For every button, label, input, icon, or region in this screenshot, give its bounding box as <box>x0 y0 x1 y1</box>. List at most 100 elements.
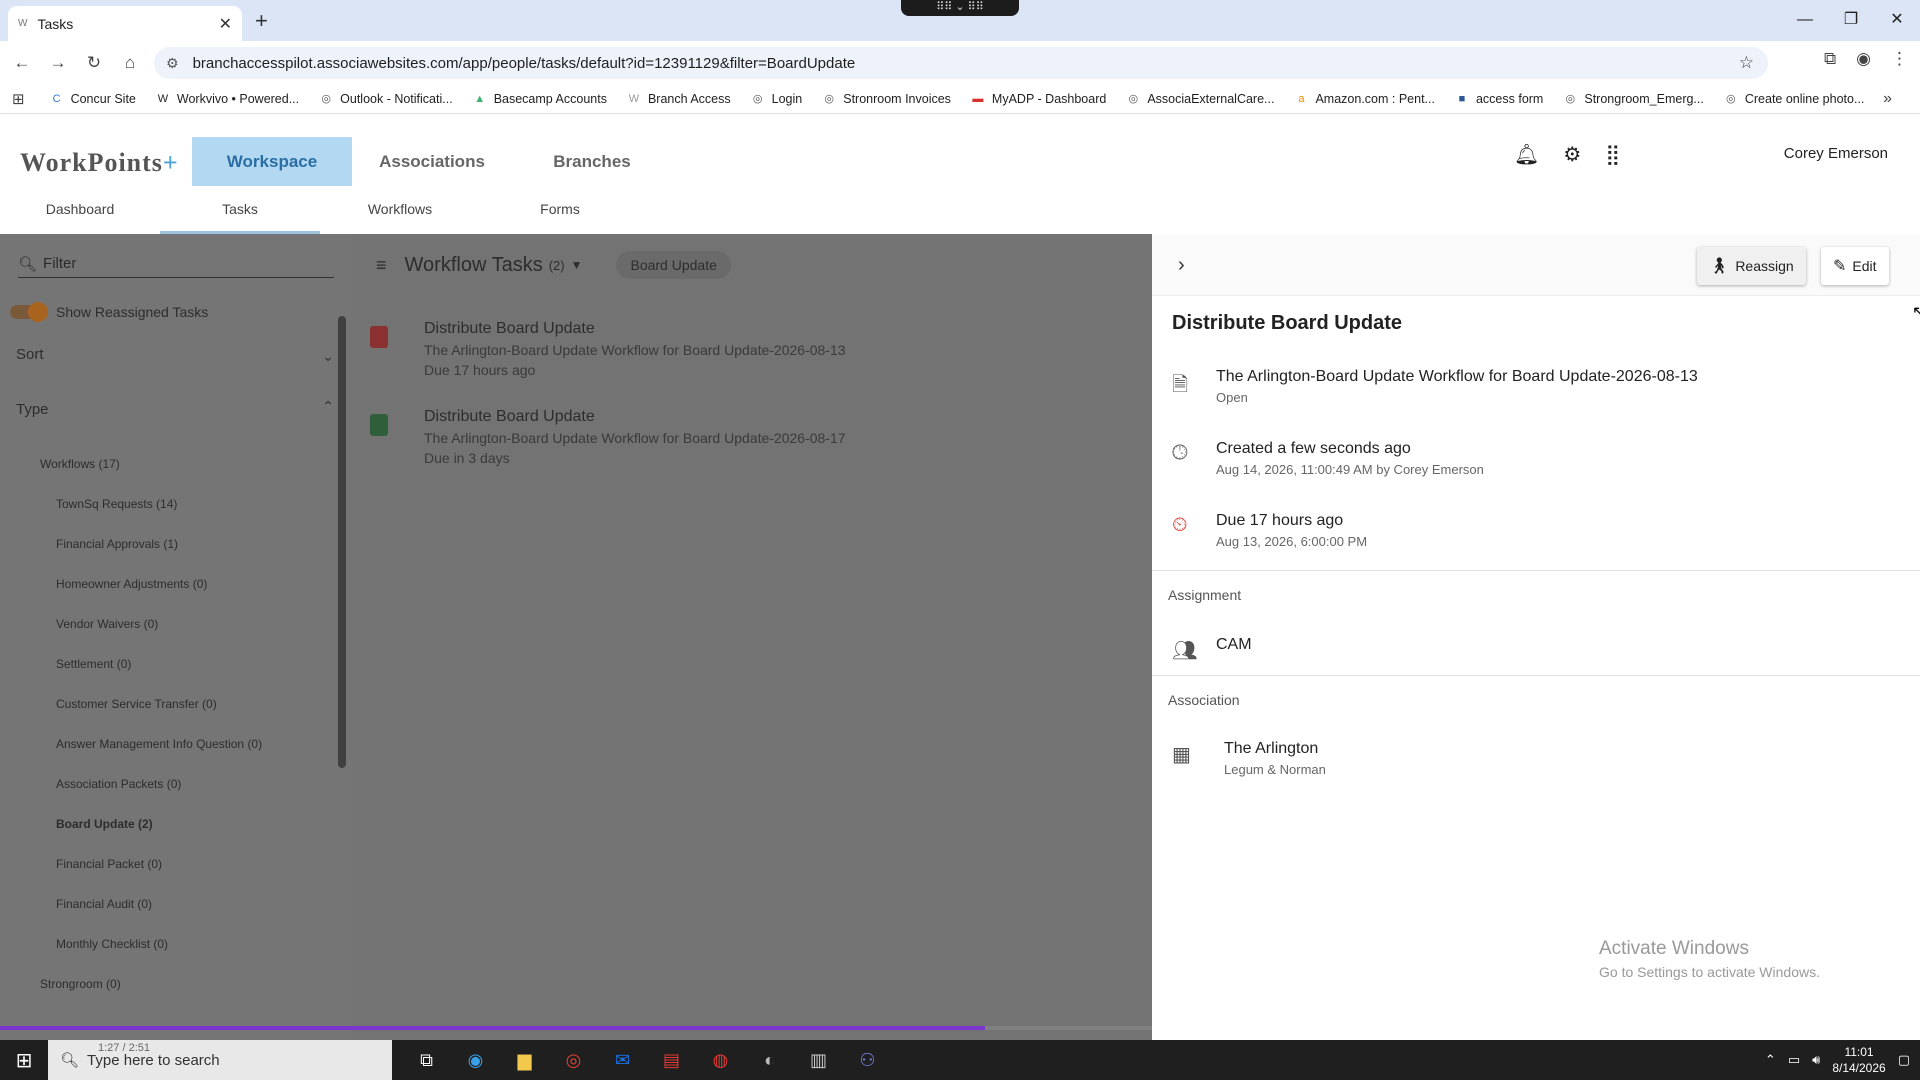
chevron-up-icon[interactable]: ⌃ <box>322 398 334 415</box>
edit-button[interactable]: ✎ Edit <box>1821 247 1889 285</box>
sort-section[interactable]: Sort <box>16 346 44 363</box>
type-filter-item[interactable]: Workflows (17) <box>0 454 330 494</box>
task-item[interactable]: Distribute Board Update The Arlington-Boa… <box>352 408 1152 490</box>
type-filter-item[interactable]: Financial Audit (0) <box>0 894 330 934</box>
type-filter-item[interactable]: Association Packets (0) <box>0 774 330 814</box>
reassign-button[interactable]: 🚶︎ Reassign <box>1697 247 1806 285</box>
menu-icon[interactable]: ⋮ <box>1891 49 1908 69</box>
chevron-up-icon[interactable]: ⌃ <box>1765 1052 1776 1068</box>
bookmark-item[interactable]: C Concur Site <box>49 91 136 107</box>
type-filter-item[interactable]: Homeowner Adjustments (0) <box>0 574 330 614</box>
type-filter-item[interactable]: TownSq Requests (14) <box>0 494 330 534</box>
type-filter-item[interactable]: Financial Approvals (1) <box>0 534 330 574</box>
taskbar-search[interactable]: 1:27 / 2:51 🔍︎ Type here to search <box>48 1040 392 1080</box>
chrome-icon[interactable]: ◎ <box>549 1050 598 1071</box>
new-tab-icon[interactable]: + <box>255 8 268 34</box>
task-list-title[interactable]: Workflow Tasks <box>405 254 543 277</box>
bookmark-star-icon[interactable]: ☆ <box>1739 53 1754 73</box>
bookmark-item[interactable]: ■ access form <box>1454 91 1544 107</box>
notepad-icon[interactable]: ▥ <box>794 1050 843 1071</box>
network-icon[interactable]: ▭ <box>1788 1052 1800 1068</box>
more-bookmarks-icon[interactable]: » <box>1883 90 1892 108</box>
type-section[interactable]: Type <box>16 401 49 418</box>
nav-associations[interactable]: Associations <box>352 137 512 186</box>
type-filter-item[interactable]: Board Update (2) <box>0 814 330 854</box>
windows-taskbar: ⊞ 1:27 / 2:51 🔍︎ Type here to search ⧉ ◉… <box>0 1040 1920 1080</box>
user-name[interactable]: Corey Emerson <box>1784 145 1888 162</box>
gear-icon[interactable]: ⚙ <box>1563 142 1581 167</box>
minimize-icon[interactable]: — <box>1782 0 1828 41</box>
nav-branches[interactable]: Branches <box>512 137 672 186</box>
bell-icon[interactable]: 🔔︎ <box>1514 142 1539 167</box>
remote-toolbar-handle[interactable]: ⠿⠿ ⌄ ⠿⠿ <box>901 0 1019 16</box>
bookmark-item[interactable]: W Workvivo • Powered... <box>155 91 299 107</box>
bookmark-item[interactable]: a Amazon.com : Pent... <box>1293 91 1435 107</box>
profile-icon[interactable]: ◉ <box>1856 49 1871 69</box>
filter-chip[interactable]: Board Update <box>616 251 731 279</box>
address-bar[interactable]: ⚙ branchaccesspilot.associawebsites.com/… <box>154 47 1768 79</box>
scrollbar[interactable] <box>338 316 346 768</box>
tab-forms[interactable]: Forms <box>480 194 640 234</box>
notifications-icon[interactable]: ▢ <box>1898 1052 1910 1068</box>
bookmark-item[interactable]: ◎ Login <box>750 91 802 107</box>
clock[interactable]: 11:01 8/14/2026 <box>1832 1044 1885 1076</box>
bookmark-favicon-icon: W <box>157 92 169 105</box>
app-icon[interactable]: ◐ <box>745 1050 794 1071</box>
type-filter-item[interactable]: Answer Management Info Question (0) <box>0 734 330 774</box>
type-filter-item[interactable]: Settlement (0) <box>0 654 330 694</box>
filter-lines-icon[interactable]: ≡ <box>376 255 387 276</box>
restore-icon[interactable]: ❐ <box>1828 0 1874 41</box>
apps-grid-icon[interactable]: ⊞ <box>12 90 25 108</box>
chevron-down-icon[interactable]: ⌄ <box>322 348 334 365</box>
show-reassigned-toggle[interactable]: Show Reassigned Tasks <box>10 302 208 322</box>
bookmark-item[interactable]: ◎ Strongroom_Emerg... <box>1562 91 1704 107</box>
browser-tab[interactable]: W Tasks ✕ <box>8 6 242 41</box>
association-name[interactable]: The Arlington <box>1224 740 1318 758</box>
bookmark-item[interactable]: ◎ Stronroom Invoices <box>821 91 951 107</box>
toggle-switch[interactable] <box>10 302 48 322</box>
bookmark-item[interactable]: ◎ AssociaExternalCare... <box>1125 91 1275 107</box>
type-filter-item[interactable]: Customer Service Transfer (0) <box>0 694 330 734</box>
close-tab-icon[interactable]: ✕ <box>219 14 232 34</box>
workpoints-logo[interactable]: WorkPoints+ <box>20 148 179 178</box>
edge-icon[interactable]: ◉ <box>451 1050 500 1071</box>
bookmark-item[interactable]: ◎ Outlook - Notificati... <box>318 91 452 107</box>
reload-icon[interactable]: ↻ <box>76 53 112 73</box>
tab-dashboard[interactable]: Dashboard <box>0 194 160 234</box>
app-icon[interactable]: ◍ <box>696 1050 745 1071</box>
dropdown-icon[interactable]: ▼ <box>571 258 583 272</box>
filter-input[interactable]: 🔍︎ Filter <box>18 250 334 278</box>
media-progress-bar[interactable] <box>0 1026 1152 1030</box>
outlook-icon[interactable]: ✉ <box>598 1050 647 1071</box>
home-icon[interactable]: ⌂ <box>112 53 148 73</box>
media-time: 1:27 / 2:51 <box>98 1042 150 1054</box>
detail-title: Distribute Board Update <box>1172 312 1403 334</box>
task-item[interactable]: Distribute Board Update The Arlington-Boa… <box>352 320 1152 402</box>
close-window-icon[interactable]: ✕ <box>1874 0 1920 41</box>
tab-workflows[interactable]: Workflows <box>320 194 480 234</box>
type-filter-item[interactable]: Vendor Waivers (0) <box>0 614 330 654</box>
bookmark-item[interactable]: ▬ MyADP - Dashboard <box>970 91 1106 107</box>
forward-icon[interactable]: → <box>40 53 76 73</box>
document-icon: 🗎 <box>1172 374 1189 396</box>
back-icon[interactable]: ← <box>4 53 40 73</box>
bookmark-item[interactable]: ▲ Basecamp Accounts <box>472 91 607 107</box>
type-filter-item[interactable]: Strongroom (0) <box>0 974 330 1014</box>
chevron-right-icon[interactable]: › <box>1178 254 1185 277</box>
volume-icon[interactable]: 🔊︎ <box>1812 1052 1820 1068</box>
file-explorer-icon[interactable]: ▆ <box>500 1050 549 1071</box>
apps-icon[interactable]: ⣿ <box>1605 142 1620 167</box>
nav-workspace[interactable]: Workspace <box>192 137 352 186</box>
task-view-icon[interactable]: ⧉ <box>402 1050 451 1071</box>
type-filter-item[interactable]: Monthly Checklist (0) <box>0 934 330 974</box>
sidepanel-icon[interactable]: ⧉ <box>1824 49 1836 69</box>
windows-start-icon[interactable]: ⊞ <box>0 1048 48 1073</box>
teams-icon[interactable]: ⚇ <box>843 1050 892 1071</box>
pdf-icon[interactable]: ▤ <box>647 1050 696 1071</box>
site-settings-icon[interactable]: ⚙ <box>166 55 179 72</box>
type-filter-item[interactable]: Financial Packet (0) <box>0 854 330 894</box>
bookmark-item[interactable]: ◎ Create online photo... <box>1723 91 1864 107</box>
workflow-name[interactable]: The Arlington-Board Update Workflow for … <box>1216 368 1698 386</box>
bookmark-item[interactable]: W Branch Access <box>626 91 731 107</box>
tab-tasks[interactable]: Tasks <box>160 194 320 234</box>
